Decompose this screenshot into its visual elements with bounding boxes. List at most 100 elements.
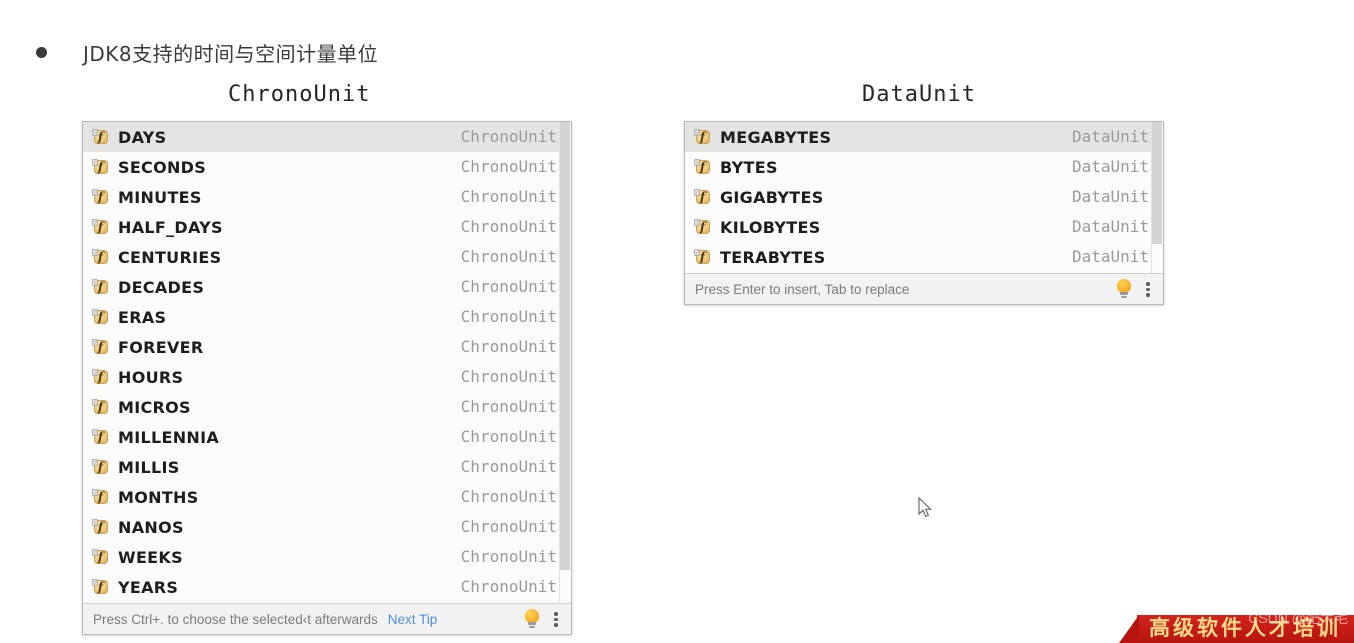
kebab-dot-1 bbox=[554, 612, 558, 616]
field-icon-corner-badge bbox=[92, 218, 98, 226]
completion-item-type: ChronoUnit bbox=[460, 547, 557, 566]
completion-item-name: NANOS bbox=[118, 517, 184, 537]
lightbulb-icon[interactable] bbox=[523, 609, 541, 629]
completion-row[interactable]: f HALF_DAYS ChronoUnit bbox=[83, 212, 571, 242]
completion-row[interactable]: f SECONDS ChronoUnit bbox=[83, 152, 571, 182]
dataunit-completion-popup[interactable]: f MEGABYTES DataUnit f BYTES DataUnit f GIGABYT… bbox=[684, 121, 1164, 305]
completion-row[interactable]: f KILOBYTES DataUnit bbox=[685, 212, 1163, 242]
completion-item-name: ERAS bbox=[118, 307, 167, 327]
completion-row[interactable]: f ERAS ChronoUnit bbox=[83, 302, 571, 332]
field-icon-corner-badge bbox=[92, 518, 98, 526]
kebab-menu-icon[interactable] bbox=[549, 610, 563, 628]
completion-row[interactable]: f MILLIS ChronoUnit bbox=[83, 452, 571, 482]
field-icon-corner-badge bbox=[694, 158, 700, 166]
completion-row[interactable]: f GIGABYTES DataUnit bbox=[685, 182, 1163, 212]
completion-row[interactable]: f CENTURIES ChronoUnit bbox=[83, 242, 571, 272]
field-icon: f bbox=[92, 428, 109, 446]
completion-row[interactable]: f MEGABYTES DataUnit bbox=[685, 122, 1163, 152]
slide-bullet: JDK8支持的时间与空间计量单位 bbox=[36, 38, 378, 67]
field-icon-corner-badge bbox=[92, 158, 98, 166]
completion-item-name: WEEKS bbox=[118, 547, 183, 567]
completion-item-name: YEARS bbox=[118, 577, 179, 597]
field-icon-corner-badge bbox=[92, 128, 98, 136]
kebab-dot-2 bbox=[1146, 287, 1150, 291]
field-icon-corner-badge bbox=[92, 578, 98, 586]
completion-item-type: ChronoUnit bbox=[460, 337, 557, 356]
completion-row[interactable]: f WEEKS ChronoUnit bbox=[83, 542, 571, 572]
completion-item-name: SECONDS bbox=[118, 157, 207, 177]
chronounit-completion-popup[interactable]: f DAYS ChronoUnit f SECONDS ChronoUnit f MINUTE… bbox=[82, 121, 572, 635]
completion-row[interactable]: f YEARS ChronoUnit bbox=[83, 572, 571, 602]
completion-item-type: DataUnit bbox=[1071, 247, 1149, 266]
field-icon-corner-badge bbox=[92, 368, 98, 376]
kebab-menu-icon[interactable] bbox=[1141, 280, 1155, 298]
csdn-watermark-text: CSDN @肥大毛 bbox=[1248, 610, 1348, 626]
field-icon: f bbox=[92, 488, 109, 506]
chronounit-scrollbar-thumb[interactable] bbox=[560, 122, 570, 570]
field-icon-corner-badge bbox=[92, 458, 98, 466]
field-icon-corner-badge bbox=[92, 428, 98, 436]
completion-item-type: ChronoUnit bbox=[460, 487, 557, 506]
field-icon: f bbox=[92, 158, 109, 176]
next-tip-link[interactable]: Next Tip bbox=[388, 612, 438, 627]
field-icon-corner-badge bbox=[92, 278, 98, 286]
completion-item-type: ChronoUnit bbox=[460, 127, 557, 146]
field-icon: f bbox=[92, 398, 109, 416]
bullet-dot-icon bbox=[36, 47, 47, 58]
completion-item-type: ChronoUnit bbox=[460, 247, 557, 266]
kebab-dot-3 bbox=[554, 623, 558, 627]
lightbulb-base-upper bbox=[1120, 292, 1128, 295]
chronounit-hint-text: Press Ctrl+. to choose the selected‹t af… bbox=[93, 611, 378, 627]
dataunit-scrollbar-track[interactable] bbox=[1151, 122, 1163, 274]
completion-row[interactable]: f MICROS ChronoUnit bbox=[83, 392, 571, 422]
field-icon: f bbox=[92, 248, 109, 266]
completion-item-type: ChronoUnit bbox=[460, 517, 557, 536]
dataunit-completion-list[interactable]: f MEGABYTES DataUnit f BYTES DataUnit f GIGABYT… bbox=[685, 122, 1163, 274]
completion-item-type: DataUnit bbox=[1071, 187, 1149, 206]
completion-row[interactable]: f HOURS ChronoUnit bbox=[83, 362, 571, 392]
completion-item-name: CENTURIES bbox=[118, 247, 222, 267]
field-icon: f bbox=[92, 308, 109, 326]
field-icon: f bbox=[92, 548, 109, 566]
completion-item-name: GIGABYTES bbox=[720, 187, 824, 207]
field-icon: f bbox=[92, 458, 109, 476]
completion-item-name: BYTES bbox=[720, 157, 778, 177]
dataunit-scrollbar-thumb[interactable] bbox=[1152, 122, 1162, 244]
chronounit-completion-list[interactable]: f DAYS ChronoUnit f SECONDS ChronoUnit f MINUTE… bbox=[83, 122, 571, 604]
completion-item-name: DAYS bbox=[118, 127, 167, 147]
completion-item-type: ChronoUnit bbox=[460, 427, 557, 446]
field-icon-corner-badge bbox=[92, 488, 98, 496]
completion-item-name: HALF_DAYS bbox=[118, 217, 223, 237]
lightbulb-base-lower bbox=[1121, 295, 1127, 298]
field-icon: f bbox=[92, 278, 109, 296]
completion-row[interactable]: f MINUTES ChronoUnit bbox=[83, 182, 571, 212]
field-icon-corner-badge bbox=[92, 398, 98, 406]
completion-row[interactable]: f FOREVER ChronoUnit bbox=[83, 332, 571, 362]
field-icon: f bbox=[92, 338, 109, 356]
chronounit-scrollbar-track[interactable] bbox=[559, 122, 571, 604]
completion-row[interactable]: f MONTHS ChronoUnit bbox=[83, 482, 571, 512]
kebab-dot-3 bbox=[1146, 293, 1150, 297]
banner-ribbon-tail bbox=[1119, 615, 1139, 643]
field-icon: f bbox=[92, 518, 109, 536]
completion-row[interactable]: f TERABYTES DataUnit bbox=[685, 242, 1163, 272]
completion-row[interactable]: f DECADES ChronoUnit bbox=[83, 272, 571, 302]
chronounit-footer-hint-bar: Press Ctrl+. to choose the selected‹t af… bbox=[83, 603, 571, 634]
completion-row[interactable]: f MILLENNIA ChronoUnit bbox=[83, 422, 571, 452]
mouse-cursor bbox=[918, 497, 933, 518]
field-icon-corner-badge bbox=[92, 188, 98, 196]
completion-row[interactable]: f NANOS ChronoUnit bbox=[83, 512, 571, 542]
chronounit-panel-title: ChronoUnit bbox=[228, 82, 371, 107]
completion-row[interactable]: f DAYS ChronoUnit bbox=[83, 122, 571, 152]
completion-item-type: ChronoUnit bbox=[460, 187, 557, 206]
field-icon-corner-badge bbox=[92, 248, 98, 256]
completion-item-name: MEGABYTES bbox=[720, 127, 832, 147]
completion-item-type: DataUnit bbox=[1071, 217, 1149, 236]
field-icon: f bbox=[694, 218, 711, 236]
completion-item-name: HOURS bbox=[118, 367, 184, 387]
field-icon-corner-badge bbox=[92, 308, 98, 316]
completion-item-name: MICROS bbox=[118, 397, 191, 417]
completion-row[interactable]: f BYTES DataUnit bbox=[685, 152, 1163, 182]
field-icon: f bbox=[92, 128, 109, 146]
lightbulb-icon[interactable] bbox=[1115, 279, 1133, 299]
